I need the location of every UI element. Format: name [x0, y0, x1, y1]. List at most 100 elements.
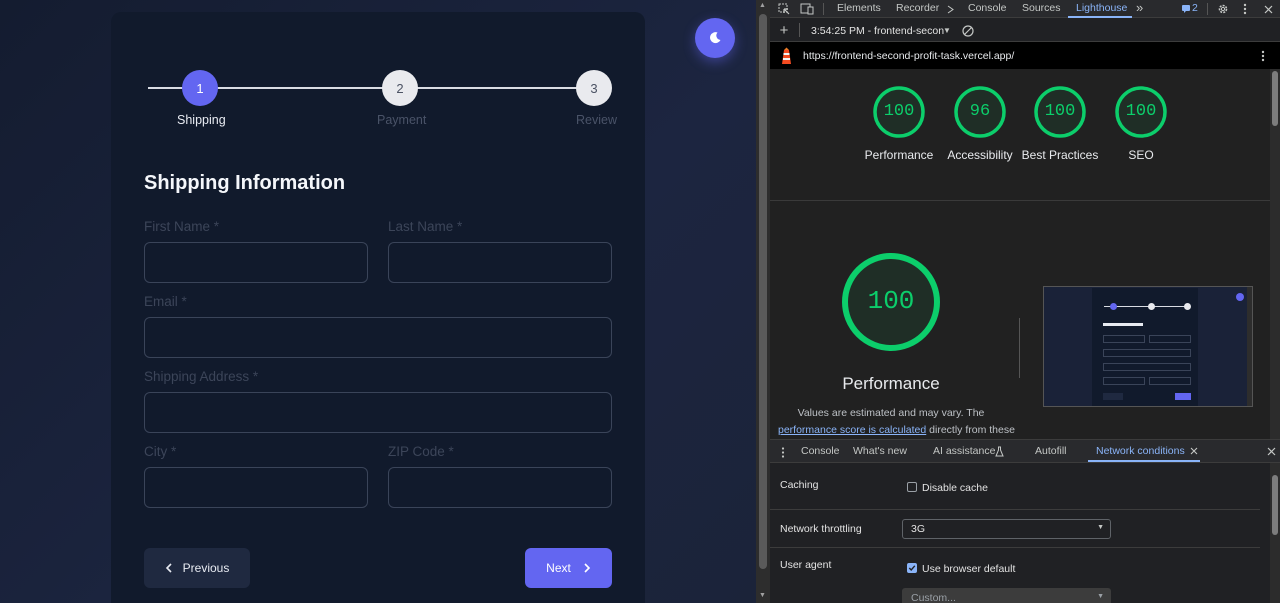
best-practices-score-value: 100 [1044, 102, 1076, 121]
drawer-tab-console[interactable]: Console [801, 445, 840, 457]
first-name-input[interactable] [144, 242, 368, 283]
close-tab-icon[interactable] [1189, 446, 1199, 456]
zip-input[interactable] [388, 467, 612, 508]
audited-url[interactable]: https://frontend-second-profit-task.verc… [803, 50, 1014, 62]
step-3-number: 3 [590, 80, 598, 96]
lighthouse-url-bar: https://frontend-second-profit-task.verc… [770, 42, 1280, 69]
city-label: City * [144, 444, 177, 459]
drawer-tab-network-conditions[interactable]: Network conditions [1096, 445, 1185, 457]
report-menu-icon[interactable] [1258, 48, 1268, 64]
use-browser-default-label[interactable]: Use browser default [922, 563, 1015, 575]
city-input[interactable] [144, 467, 368, 508]
performance-note-line2: performance score is calculated directly… [778, 424, 1018, 436]
drawer-tab-bar: Console What's new AI assistance Autofil… [770, 439, 1280, 463]
network-throttling-value: 3G [911, 523, 926, 535]
previous-button[interactable]: Previous [144, 548, 250, 588]
thumbnail-step [1184, 303, 1191, 310]
lighthouse-logo-icon [779, 47, 793, 65]
drawer-tab-whats-new[interactable]: What's new [853, 445, 907, 457]
last-name-label: Last Name * [388, 219, 463, 234]
report-selector[interactable]: 3:54:25 PM - frontend-secon [811, 25, 944, 37]
last-name-input[interactable] [388, 242, 612, 283]
tab-lighthouse[interactable]: Lighthouse [1076, 2, 1127, 14]
drawer-active-indicator [1088, 460, 1200, 462]
network-throttling-select[interactable]: 3G ▼ [902, 519, 1111, 539]
step-3-circle[interactable]: 3 [576, 70, 612, 106]
page-scrollbar-thumb[interactable] [759, 14, 767, 569]
close-devtools-icon[interactable] [1262, 2, 1274, 16]
device-toolbar-icon[interactable] [800, 3, 814, 15]
next-button[interactable]: Next [525, 548, 612, 588]
step-1-circle[interactable]: 1 [182, 70, 218, 106]
thumbnail-field [1103, 363, 1191, 371]
settings-gear-icon[interactable] [1216, 2, 1230, 16]
tab-sources[interactable]: Sources [1022, 2, 1061, 14]
address-input[interactable] [144, 392, 612, 433]
first-name-label: First Name * [144, 219, 220, 234]
network-conditions-scrollbar-thumb[interactable] [1272, 475, 1278, 535]
custom-user-agent-select[interactable]: Custom... ▼ [902, 588, 1111, 603]
thumbnail-field [1103, 335, 1145, 343]
checkout-app: 1 Shipping 2 Payment 3 Review Shipping I… [0, 0, 756, 603]
best-practices-score-label: Best Practices [1021, 148, 1099, 162]
scroll-up-icon[interactable]: ▲ [759, 2, 766, 9]
page-scrollbar[interactable]: ▲ ▼ [756, 0, 770, 603]
tab-console[interactable]: Console [968, 2, 1007, 14]
close-drawer-icon[interactable] [1266, 446, 1276, 456]
zip-label: ZIP Code * [388, 444, 454, 459]
row-separator [770, 547, 1260, 548]
checkmark-icon [908, 565, 916, 572]
use-browser-default-checkbox[interactable] [907, 563, 917, 573]
email-input[interactable] [144, 317, 612, 358]
final-screenshot-thumbnail[interactable] [1043, 286, 1253, 407]
thumbnail-theme-toggle [1236, 293, 1244, 301]
more-tabs-icon[interactable]: » [1136, 0, 1143, 15]
accessibility-score-value: 96 [969, 102, 991, 121]
accessibility-score-label: Accessibility [947, 148, 1013, 162]
report-scrollbar-thumb[interactable] [1272, 71, 1278, 126]
scroll-down-icon[interactable]: ▼ [759, 592, 766, 599]
step-2-circle[interactable]: 2 [382, 70, 418, 106]
step-2-number: 2 [396, 80, 404, 96]
seo-score-value: 100 [1125, 102, 1157, 121]
network-conditions-scrollbar[interactable] [1270, 463, 1280, 603]
previous-label: Previous [182, 561, 230, 575]
tab-divider [823, 3, 824, 15]
disable-cache-label[interactable]: Disable cache [922, 482, 988, 494]
new-report-plus-icon[interactable]: + [778, 22, 790, 39]
disable-cache-checkbox[interactable] [907, 482, 917, 492]
dropdown-caret-icon[interactable]: ▼ [943, 26, 951, 35]
form-title: Shipping Information [144, 172, 346, 194]
drawer-tab-ai-assistance[interactable]: AI assistance [933, 445, 995, 457]
devtools-tab-bar: Elements Recorder Console Sources Lighth… [770, 0, 1280, 18]
tab-divider [1207, 3, 1208, 15]
tab-recorder[interactable]: Recorder [896, 2, 939, 14]
network-throttling-label: Network throttling [780, 523, 862, 535]
thumbnail-step [1110, 303, 1117, 310]
toolbar-divider [799, 23, 800, 37]
drawer-menu-icon[interactable] [780, 446, 786, 458]
report-scrollbar[interactable] [1270, 69, 1280, 439]
issues-icon[interactable] [1181, 4, 1191, 14]
moon-icon [710, 32, 721, 44]
kebab-menu-icon[interactable] [1241, 2, 1249, 16]
chevron-right-icon [584, 563, 590, 573]
tab-elements[interactable]: Elements [837, 2, 881, 14]
performance-score-link[interactable]: performance score is calculated [778, 424, 926, 436]
seo-score-label: SEO [1128, 148, 1154, 162]
thumbnail-field [1149, 335, 1191, 343]
drawer-tab-autofill[interactable]: Autofill [1035, 445, 1067, 457]
section-divider [770, 200, 1270, 201]
thumbnail-next-button [1175, 393, 1191, 400]
theme-toggle-button[interactable] [695, 18, 735, 58]
performance-section-title: Performance [842, 374, 940, 393]
select-caret-icon: ▼ [1097, 524, 1104, 531]
caching-label: Caching [780, 479, 819, 491]
chevron-left-icon [165, 563, 172, 573]
clear-reports-icon[interactable] [961, 24, 974, 37]
inspect-element-icon[interactable] [777, 3, 790, 15]
performance-note: Values are estimated and may vary. The [797, 407, 985, 419]
performance-score-value: 100 [883, 102, 915, 121]
thumbnail-scrollbar [1247, 287, 1252, 406]
issues-count[interactable]: 2 [1192, 2, 1198, 14]
